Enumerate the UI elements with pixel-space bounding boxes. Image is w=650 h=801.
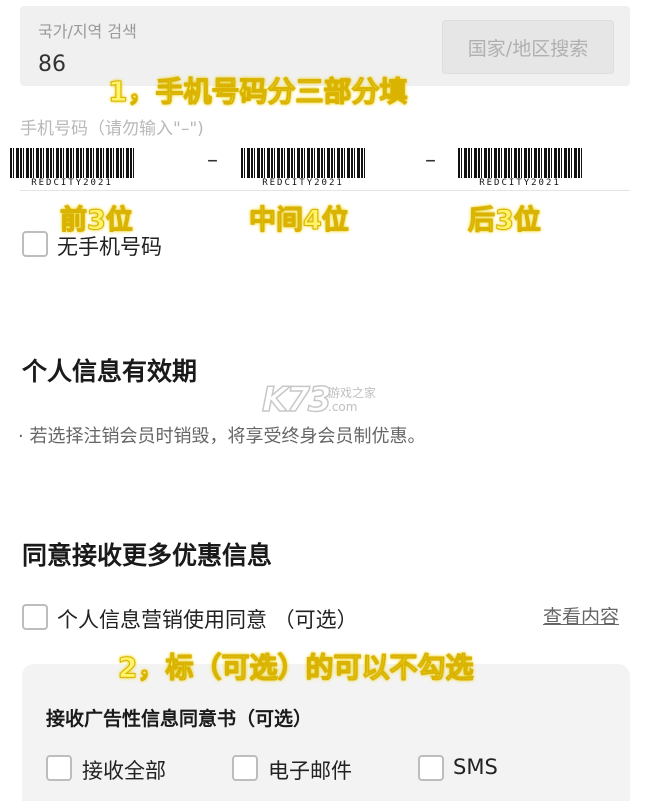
watermark-logo: K73 游戏之家 .com — [261, 379, 376, 421]
receive-all-label: 接收全部 — [82, 759, 166, 783]
barcode-graphic — [10, 148, 134, 178]
ad-consent-title: 接收广告性信息同意书（可选） — [46, 708, 313, 730]
validity-title: 个人信息有效期 — [22, 357, 198, 386]
barcode-text: REDCITY2021 — [479, 178, 561, 188]
annotation-part2: 中间4位 — [249, 205, 350, 237]
phone-part2-redacted[interactable]: REDCITY2021 — [241, 148, 365, 190]
watermark-main: K73 — [261, 379, 332, 421]
view-content-link[interactable]: 查看内容 — [543, 602, 619, 629]
watermark-sub: 游戏之家 — [328, 386, 377, 400]
country-search-label: 국가/지역 검색 — [38, 22, 137, 41]
watermark-domain: .com — [328, 400, 358, 414]
annotation-step1: 1，手机号码分三部分填 — [107, 75, 408, 109]
marketing-title: 同意接收更多优惠信息 — [22, 541, 273, 570]
no-phone-checkbox[interactable] — [22, 231, 48, 257]
phone-part3-redacted[interactable]: REDCITY2021 — [458, 148, 582, 190]
country-code-value[interactable]: 86 — [38, 52, 66, 77]
phone-separator: – — [207, 148, 218, 173]
barcode-graphic — [458, 148, 582, 178]
barcode-text: REDCITY2021 — [31, 178, 113, 188]
barcode-text: REDCITY2021 — [262, 178, 344, 188]
phone-field-label: 手机号码（请勿输入"–") — [20, 119, 204, 139]
country-search-button[interactable]: 国家/地区搜索 — [442, 20, 614, 74]
email-label: 电子邮件 — [268, 759, 352, 783]
validity-note: · 若选择注销会员时销毁，将享受终身会员制优惠。 — [18, 426, 426, 447]
annotation-step2: 2，标（可选）的可以不勾选 — [117, 651, 474, 685]
marketing-consent-label: 个人信息营销使用同意 （可选） — [57, 608, 358, 632]
marketing-consent-checkbox[interactable] — [22, 604, 48, 630]
phone-separator: – — [425, 148, 436, 173]
barcode-graphic — [241, 148, 365, 178]
email-checkbox[interactable] — [232, 755, 258, 781]
phone-part1-redacted[interactable]: REDCITY2021 — [10, 148, 134, 190]
phone-field-underline — [20, 190, 630, 191]
sms-checkbox[interactable] — [418, 755, 444, 781]
receive-all-checkbox[interactable] — [46, 755, 72, 781]
no-phone-label: 无手机号码 — [57, 235, 162, 259]
annotation-part3: 后3位 — [468, 205, 542, 237]
sms-label: SMS — [453, 755, 498, 779]
